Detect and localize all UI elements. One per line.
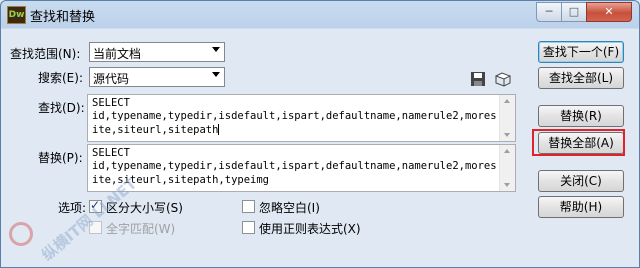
- use-regex-label[interactable]: 使用正则表达式(X): [259, 220, 361, 237]
- search-select[interactable]: 源代码: [89, 67, 225, 87]
- floppy-disk-icon[interactable]: [470, 71, 486, 87]
- close-button[interactable]: 关闭(C): [538, 170, 624, 192]
- title-bar[interactable]: Dw 查找和替换 ─ □ ✕: [1, 1, 639, 28]
- search-select-value: 源代码: [93, 72, 130, 86]
- dialog-title: 查找和替换: [30, 10, 96, 25]
- find-text: SELECT id,typename,typedir,isdefault,isp…: [92, 97, 497, 136]
- text-caret: [218, 124, 220, 136]
- find-all-button[interactable]: 查找全部(L): [538, 67, 624, 89]
- whole-word-label[interactable]: 全字匹配(W): [106, 220, 175, 237]
- replace-button[interactable]: 替换(R): [538, 105, 624, 127]
- minimize-button[interactable]: ─: [536, 2, 562, 22]
- ignore-whitespace-checkbox[interactable]: [242, 200, 255, 213]
- watermark-logo: [9, 222, 33, 246]
- maximize-button[interactable]: □: [561, 2, 587, 22]
- replace-textarea[interactable]: SELECT id,typename,typedir,isdefault,isp…: [87, 144, 516, 192]
- replace-all-highlight: [532, 129, 625, 156]
- help-button[interactable]: 帮助(H): [538, 196, 624, 218]
- replace-label: 替换(P):: [38, 151, 83, 165]
- scope-select-value: 当前文档: [93, 47, 142, 61]
- scroll-down-icon[interactable]: [504, 183, 510, 187]
- find-textarea[interactable]: SELECT id,typename,typedir,isdefault,isp…: [87, 94, 516, 142]
- close-window-button[interactable]: ✕: [586, 2, 632, 22]
- replace-text: SELECT id,typename,typedir,isdefault,isp…: [92, 147, 497, 186]
- scope-select[interactable]: 当前文档: [89, 42, 225, 62]
- find-replace-dialog: Dw 查找和替换 ─ □ ✕ 查找范围(N): 当前文档 搜索(E): 源代码 …: [0, 0, 640, 268]
- scroll-up-icon[interactable]: [504, 99, 510, 103]
- find-next-button[interactable]: 查找下一个(F): [538, 41, 624, 63]
- use-regex-checkbox[interactable]: [242, 221, 255, 234]
- dreamweaver-app-icon: Dw: [7, 6, 26, 24]
- replace-scrollbar[interactable]: [499, 145, 515, 191]
- scroll-down-icon[interactable]: [504, 133, 510, 137]
- search-label: 搜索(E):: [38, 71, 83, 85]
- open-folder-icon[interactable]: [495, 71, 511, 87]
- scope-label: 查找范围(N):: [10, 47, 81, 61]
- scroll-up-icon[interactable]: [504, 149, 510, 153]
- find-label: 查找(D):: [38, 101, 85, 115]
- find-scrollbar[interactable]: [499, 95, 515, 141]
- ignore-whitespace-label[interactable]: 忽略空白(I): [259, 199, 320, 216]
- chevron-down-icon: [212, 47, 220, 52]
- chevron-down-icon: [212, 72, 220, 77]
